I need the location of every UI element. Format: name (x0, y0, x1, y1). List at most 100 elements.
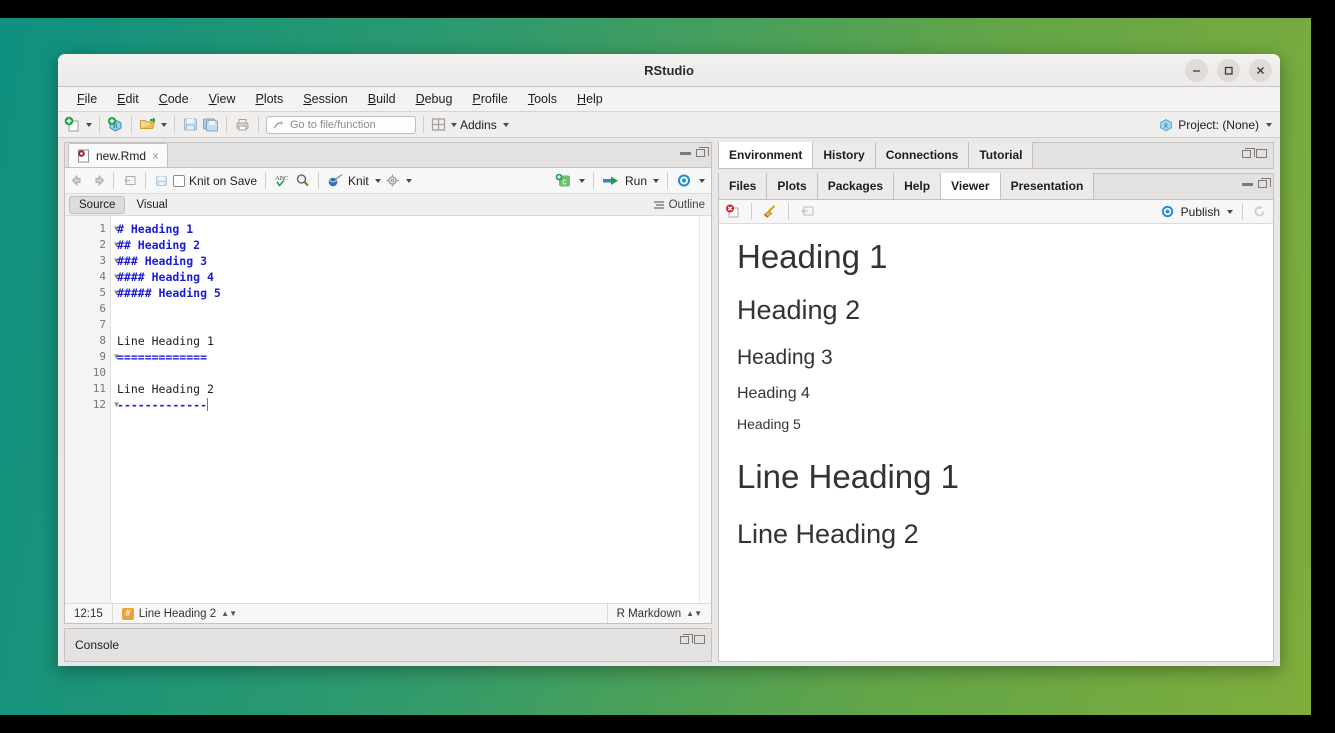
visual-mode-button[interactable]: Visual (127, 197, 176, 213)
menu-file[interactable]: File (68, 89, 106, 109)
menu-plots[interactable]: Plots (246, 89, 292, 109)
rerun-dropdown-icon[interactable] (699, 179, 705, 183)
forward-arrow-icon[interactable] (90, 174, 105, 187)
run-dropdown-icon[interactable] (653, 179, 659, 183)
knit-yarn-icon[interactable] (327, 173, 344, 188)
tab-environment[interactable]: Environment (719, 142, 813, 168)
save-icon[interactable] (182, 116, 199, 133)
print-icon[interactable] (234, 116, 251, 133)
workspace-panes-dropdown-icon[interactable] (451, 123, 457, 127)
code-line: ## Heading 2 (117, 237, 711, 253)
refresh-icon[interactable] (1252, 204, 1267, 219)
open-file-dropdown-icon[interactable] (161, 123, 167, 127)
knit-dropdown-icon[interactable] (375, 179, 381, 183)
popout-icon[interactable] (122, 174, 137, 188)
maximize-icon[interactable] (1217, 59, 1240, 82)
spellcheck-icon[interactable]: ABC (274, 173, 291, 188)
tab-files[interactable]: Files (719, 173, 767, 199)
maximize-pane-icon[interactable] (1256, 149, 1267, 158)
find-icon[interactable] (295, 173, 310, 188)
new-file-icon[interactable] (64, 116, 81, 133)
open-file-icon[interactable] (139, 116, 156, 133)
toolbar-separator (593, 172, 594, 189)
restore-pane-icon[interactable] (1242, 150, 1251, 158)
back-arrow-icon[interactable] (71, 174, 86, 187)
tab-connections[interactable]: Connections (876, 142, 970, 168)
gutter-line-number: 8 (65, 333, 110, 349)
rerun-icon[interactable] (676, 173, 693, 188)
minimize-pane-icon[interactable] (1242, 183, 1253, 186)
tab-packages[interactable]: Packages (818, 173, 894, 199)
menu-help[interactable]: Help (568, 89, 612, 109)
new-file-dropdown-icon[interactable] (86, 123, 92, 127)
save-icon[interactable] (154, 174, 169, 188)
maximize-pane-icon[interactable] (694, 635, 705, 644)
project-selector[interactable]: R Project: (None) (1159, 118, 1272, 132)
addins-button[interactable]: Addins (460, 118, 509, 132)
left-column: new.Rmd × (58, 138, 715, 666)
tab-tutorial[interactable]: Tutorial (969, 142, 1033, 168)
menu-view[interactable]: View (200, 89, 245, 109)
toolbar-separator (318, 172, 319, 189)
gear-icon[interactable] (385, 173, 400, 188)
menu-debug[interactable]: Debug (407, 89, 462, 109)
code-editor[interactable]: 1▼2▼3▼4▼5▼6789▼101112▼ # Heading 1## Hea… (65, 216, 711, 603)
tab-viewer[interactable]: Viewer (941, 173, 1000, 199)
goto-file-function-input[interactable]: Go to file/function (266, 116, 416, 134)
source-tab-new-rmd[interactable]: new.Rmd × (68, 143, 168, 167)
minimize-icon[interactable] (1185, 59, 1208, 82)
editor-vertical-scrollbar[interactable] (699, 216, 711, 603)
popout-window-icon[interactable] (799, 204, 815, 219)
run-label[interactable]: Run (625, 174, 647, 188)
source-mode-button[interactable]: Source (69, 196, 125, 214)
tab-presentation[interactable]: Presentation (1001, 173, 1095, 199)
menu-code[interactable]: Code (150, 89, 198, 109)
maximize-pane-icon[interactable] (1258, 180, 1267, 188)
outline-label: Outline (669, 199, 705, 211)
publish-button[interactable]: Publish (1160, 203, 1267, 220)
rendered-heading-2: Heading 2 (737, 295, 1255, 326)
stop-clear-icon[interactable] (725, 204, 741, 219)
restore-pane-icon[interactable] (680, 636, 689, 644)
toolbar-separator (751, 203, 752, 220)
console-window-controls (680, 635, 705, 644)
new-project-icon[interactable]: R (107, 116, 124, 133)
minimize-pane-icon[interactable] (680, 152, 691, 155)
knit-label[interactable]: Knit (348, 174, 369, 188)
addins-label: Addins (460, 118, 497, 132)
broom-icon[interactable] (762, 204, 778, 219)
save-all-icon[interactable] (202, 116, 219, 133)
workspace-panes-icon[interactable] (431, 117, 446, 132)
rendered-line-heading-1: Line Heading 1 (737, 458, 1255, 496)
menu-build[interactable]: Build (359, 89, 405, 109)
scope-label: Line Heading 2 (139, 608, 216, 620)
menu-session[interactable]: Session (294, 89, 356, 109)
knit-on-save-checkbox[interactable] (173, 175, 185, 187)
close-icon[interactable] (1249, 59, 1272, 82)
maximize-pane-icon[interactable] (696, 149, 705, 157)
scope-selector[interactable]: # Line Heading 2 ▲▼ (113, 604, 246, 623)
menu-tools[interactable]: Tools (519, 89, 566, 109)
knit-on-save-label: Knit on Save (189, 174, 257, 188)
gear-dropdown-icon[interactable] (406, 179, 412, 183)
filetype-selector[interactable]: R Markdown ▲▼ (608, 604, 711, 623)
menu-edit[interactable]: Edit (108, 89, 148, 109)
addins-dropdown-icon (503, 123, 509, 127)
code-line (117, 301, 711, 317)
editor-code-area[interactable]: # Heading 1## Heading 2### Heading 3####… (111, 216, 711, 603)
project-icon: R (1159, 118, 1173, 132)
svg-text:ABC: ABC (275, 175, 288, 182)
gutter-line-number: 1▼ (65, 221, 110, 237)
run-arrow-icon[interactable] (602, 174, 621, 188)
tab-help[interactable]: Help (894, 173, 941, 199)
menu-profile[interactable]: Profile (463, 89, 516, 109)
insert-chunk-dropdown-icon[interactable] (579, 179, 585, 183)
insert-chunk-icon[interactable]: c (554, 173, 573, 189)
rstudio-window: RStudio File Edit Code View Plots Sessio… (58, 54, 1280, 666)
tab-plots[interactable]: Plots (767, 173, 817, 199)
outline-toggle[interactable]: Outline (653, 199, 705, 211)
tab-history[interactable]: History (813, 142, 875, 168)
code-line: ### Heading 3 (117, 253, 711, 269)
source-tab-close-icon[interactable]: × (152, 149, 159, 163)
rendered-heading-4: Heading 4 (737, 385, 1255, 403)
